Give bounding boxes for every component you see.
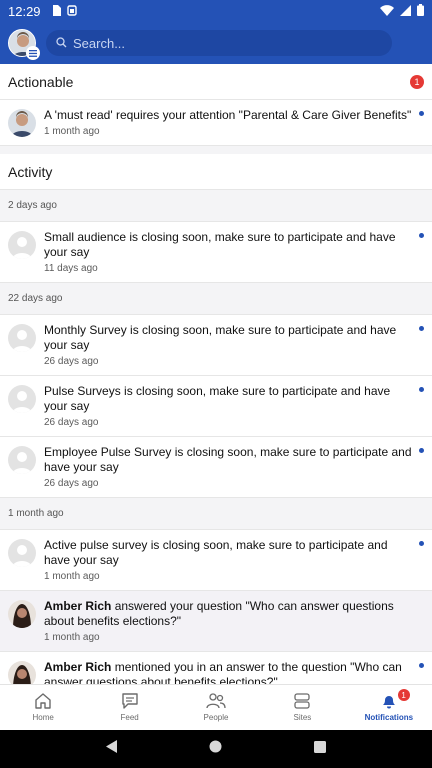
- app-bar: Search...: [0, 22, 432, 64]
- hamburger-icon: [26, 46, 40, 60]
- bell-icon: [380, 693, 398, 713]
- list-item[interactable]: Active pulse survey is closing soon, mak…: [0, 530, 432, 591]
- unread-dot: [419, 233, 424, 238]
- unread-dot: [419, 663, 424, 668]
- recents-icon[interactable]: [314, 740, 327, 758]
- system-nav-bar: [0, 730, 432, 768]
- search-input[interactable]: Search...: [46, 30, 392, 56]
- item-title: A 'must read' requires your attention "P…: [44, 108, 412, 122]
- list-item[interactable]: Amber Rich answered your question "Who c…: [0, 591, 432, 652]
- avatar: [8, 661, 36, 684]
- list-item[interactable]: Small audience is closing soon, make sur…: [0, 222, 432, 283]
- battery-icon: [417, 3, 424, 19]
- group-label: 1 month ago: [0, 498, 432, 530]
- activity-header: Activity: [0, 154, 432, 190]
- tab-home[interactable]: Home: [0, 685, 86, 730]
- wifi-icon: [380, 4, 394, 19]
- avatar: [8, 109, 36, 137]
- item-title: Active pulse survey is closing soon, mak…: [44, 538, 388, 567]
- unread-dot: [419, 541, 424, 546]
- avatar: [8, 600, 36, 628]
- bottom-nav: Home Feed People Sites 1 Notifications: [0, 684, 432, 730]
- notification-count-badge: 1: [397, 689, 410, 701]
- tab-people[interactable]: People: [173, 685, 259, 730]
- list-item[interactable]: A 'must read' requires your attention "P…: [0, 100, 432, 146]
- tab-label: Feed: [120, 713, 139, 722]
- search-icon: [56, 36, 73, 51]
- unread-dot: [419, 326, 424, 331]
- tab-notifications[interactable]: 1 Notifications: [346, 685, 432, 730]
- item-time: 1 month ago: [44, 632, 100, 643]
- item-title: Pulse Surveys is closing soon, make sure…: [44, 384, 391, 413]
- status-bar: 12:29: [0, 0, 432, 22]
- tab-label: Home: [32, 713, 54, 722]
- signal-icon: [400, 4, 411, 19]
- unread-dot: [419, 111, 424, 116]
- group-label: 22 days ago: [0, 283, 432, 315]
- item-time: 26 days ago: [44, 417, 99, 428]
- tab-label: Notifications: [364, 713, 414, 722]
- section-title: Activity: [8, 163, 53, 180]
- home-icon: [34, 693, 52, 713]
- item-time: 11 days ago: [44, 263, 98, 274]
- tab-feed[interactable]: Feed: [86, 685, 172, 730]
- search-placeholder: Search...: [73, 35, 126, 51]
- unread-dot: [419, 448, 424, 453]
- tab-label: People: [203, 713, 229, 722]
- author-name: Amber Rich: [44, 599, 112, 613]
- actionable-header: Actionable 1: [0, 64, 432, 100]
- default-avatar-icon: [8, 324, 36, 352]
- chat-icon: [121, 693, 139, 713]
- item-title: Monthly Survey is closing soon, make sur…: [44, 323, 397, 352]
- item-time: 26 days ago: [44, 356, 99, 367]
- default-avatar-icon: [8, 231, 36, 259]
- author-name: Amber Rich: [44, 660, 112, 674]
- list-item[interactable]: Amber Rich mentioned you in an answer to…: [0, 652, 432, 684]
- item-time: 26 days ago: [44, 478, 99, 489]
- notifications-list[interactable]: Actionable 1 A 'must read' requires your…: [0, 64, 432, 684]
- section-title: Actionable: [8, 73, 74, 90]
- unread-dot: [419, 387, 424, 392]
- default-avatar-icon: [8, 446, 36, 474]
- home-circle-icon[interactable]: [209, 740, 222, 758]
- sim-icon: [66, 4, 77, 19]
- item-time: 1 month ago: [44, 126, 100, 137]
- default-avatar-icon: [8, 385, 36, 413]
- item-time: 1 month ago: [44, 571, 100, 582]
- item-title: Employee Pulse Survey is closing soon, m…: [44, 445, 412, 474]
- sites-icon: [293, 693, 311, 713]
- back-icon[interactable]: [105, 740, 118, 758]
- status-time: 12:29: [8, 3, 41, 19]
- profile-menu-button[interactable]: [8, 29, 40, 60]
- default-avatar-icon: [8, 539, 36, 567]
- notification-icon: [51, 4, 61, 19]
- group-label: 2 days ago: [0, 190, 432, 222]
- list-item[interactable]: Monthly Survey is closing soon, make sur…: [0, 315, 432, 376]
- item-title: Small audience is closing soon, make sur…: [44, 230, 396, 259]
- actionable-count-badge: 1: [410, 74, 424, 89]
- list-item[interactable]: Pulse Surveys is closing soon, make sure…: [0, 376, 432, 437]
- people-icon: [206, 693, 226, 713]
- tab-label: Sites: [293, 713, 312, 722]
- tab-sites[interactable]: Sites: [259, 685, 345, 730]
- list-item[interactable]: Employee Pulse Survey is closing soon, m…: [0, 437, 432, 498]
